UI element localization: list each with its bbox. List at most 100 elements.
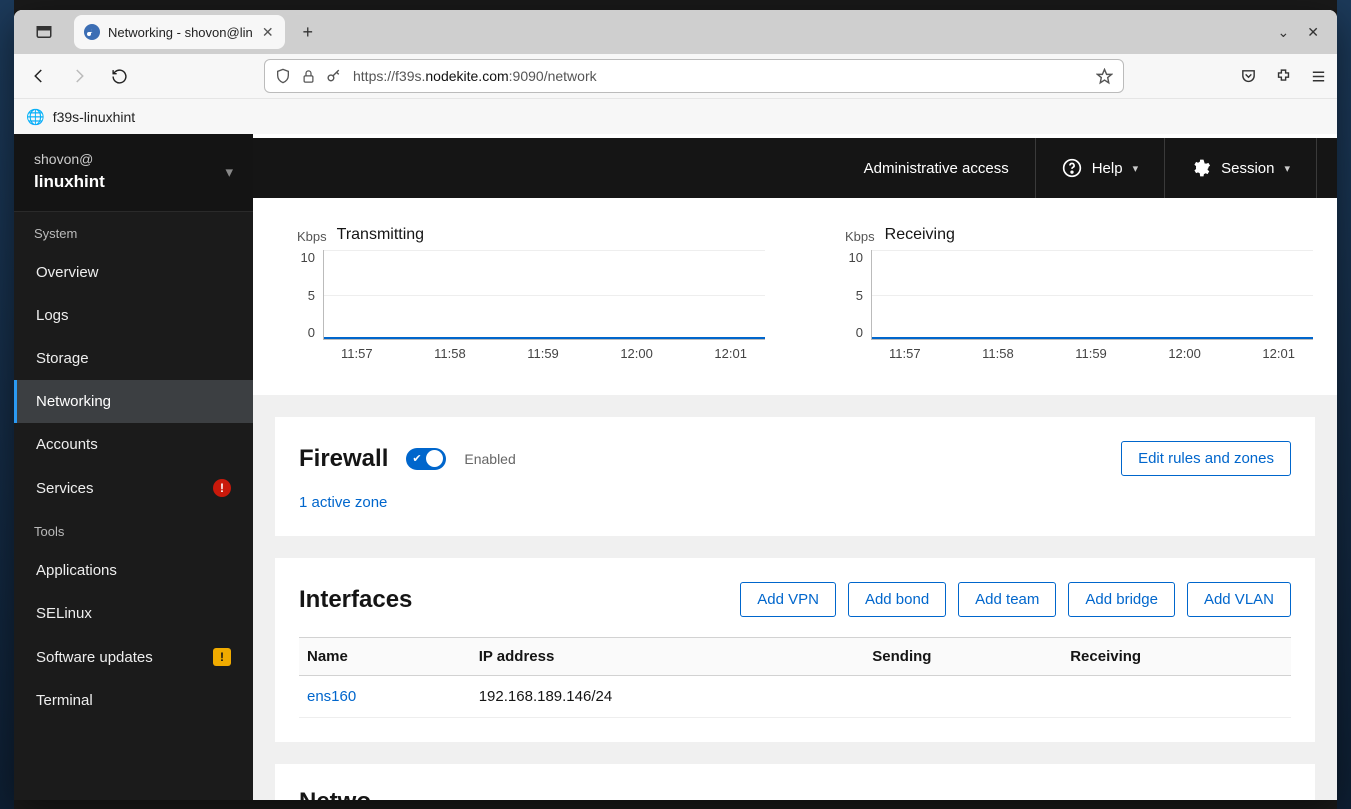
window-close-icon[interactable]: ✕ [1307, 24, 1319, 41]
sidebar-item-logs[interactable]: Logs [14, 294, 253, 337]
sidebar-item-networking[interactable]: Networking [14, 380, 253, 423]
gear-icon [1191, 158, 1211, 178]
sidebar-item-label: Software updates [36, 649, 153, 666]
table-row[interactable]: ens160192.168.189.146/24 [299, 676, 1291, 718]
chevron-down-icon: ▾ [1284, 162, 1290, 175]
x-tick: 11:57 [341, 346, 373, 361]
list-tabs-icon[interactable]: ⌄ [1278, 24, 1290, 41]
extensions-icon[interactable] [1275, 68, 1292, 85]
add-vlan-button[interactable]: Add VLAN [1187, 582, 1291, 617]
network-logs-card: Netwo [275, 764, 1315, 800]
sidebar-item-label: Logs [36, 307, 69, 324]
bookmarks-bar: 🌐 f39s-linuxhint [14, 98, 1337, 134]
cockpit-sidebar: shovon@ linuxhint ▾ System Overview Logs S… [14, 134, 253, 800]
chart-plot [323, 250, 765, 340]
y-tick: 0 [308, 325, 315, 340]
x-tick: 11:59 [1075, 346, 1107, 361]
x-tick: 11:57 [889, 346, 921, 361]
chevron-down-icon: ▾ [225, 163, 233, 181]
new-tab-button[interactable]: + [293, 17, 323, 47]
interfaces-card: Interfaces Add VPNAdd bondAdd teamAdd br… [275, 558, 1315, 742]
admin-access-button[interactable]: Administrative access [838, 138, 1035, 198]
chart-title: Receiving [885, 226, 955, 244]
sidebar-item-label: Accounts [36, 436, 98, 453]
sidebar-item-label: Overview [36, 264, 99, 281]
partial-title: Netwo [299, 788, 1291, 800]
add-team-button[interactable]: Add team [958, 582, 1056, 617]
warning-badge-icon: ! [213, 648, 231, 666]
firewall-status: Enabled [464, 451, 515, 467]
bookmark-item[interactable]: f39s-linuxhint [53, 109, 136, 125]
interface-name-link[interactable]: ens160 [299, 676, 471, 718]
pocket-icon[interactable] [1240, 68, 1257, 85]
url-bar[interactable]: https://f39s.nodekite.com:9090/network [264, 59, 1124, 93]
sidebar-item-selinux[interactable]: SELinux [14, 592, 253, 635]
browser-navbar: https://f39s.nodekite.com:9090/network [14, 54, 1337, 98]
reload-button[interactable] [104, 61, 134, 91]
interfaces-table: NameIP addressSendingReceiving ens160192… [299, 637, 1291, 718]
interface-ip: 192.168.189.146/24 [471, 676, 865, 718]
topbar-extra [1316, 138, 1337, 198]
edit-rules-button[interactable]: Edit rules and zones [1121, 441, 1291, 476]
x-tick: 11:58 [982, 346, 1014, 361]
main-area: Administrative access Help ▾ Session ▾ K… [253, 134, 1337, 800]
sidebar-item-applications[interactable]: Applications [14, 549, 253, 592]
interface-sending [864, 676, 1062, 718]
y-tick: 0 [856, 325, 863, 340]
add-bond-button[interactable]: Add bond [848, 582, 946, 617]
sidebar-item-overview[interactable]: Overview [14, 251, 253, 294]
help-menu[interactable]: Help ▾ [1035, 138, 1164, 198]
window-menu-icon[interactable] [22, 18, 66, 46]
url-text: https://f39s.nodekite.com:9090/network [353, 68, 1086, 84]
active-zone-link[interactable]: 1 active zone [299, 494, 387, 511]
chevron-down-icon: ▾ [1133, 162, 1139, 175]
sidebar-item-software-updates[interactable]: Software updates! [14, 635, 253, 679]
sidebar-item-label: Terminal [36, 692, 93, 709]
sidebar-item-accounts[interactable]: Accounts [14, 423, 253, 466]
sidebar-section-system: System [14, 212, 253, 251]
sidebar-section-tools: Tools [14, 510, 253, 549]
session-menu[interactable]: Session ▾ [1164, 138, 1316, 198]
session-label: Session [1221, 160, 1274, 177]
help-label: Help [1092, 160, 1123, 177]
column-ip-address: IP address [471, 638, 865, 676]
y-tick: 5 [856, 288, 863, 303]
sidebar-item-label: Services [36, 480, 94, 497]
x-tick: 12:00 [620, 346, 653, 361]
chart-title: Transmitting [337, 226, 424, 244]
x-tick: 12:01 [1262, 346, 1295, 361]
x-tick: 12:00 [1168, 346, 1201, 361]
browser-tabbar: Networking - shovon@lin ✕ + ⌄ ✕ [14, 10, 1337, 54]
x-tick: 11:58 [434, 346, 466, 361]
browser-window: Networking - shovon@lin ✕ + ⌄ ✕ https://… [14, 10, 1337, 800]
browser-tab[interactable]: Networking - shovon@lin ✕ [74, 15, 285, 49]
firewall-card: Firewall ✔ Enabled Edit rules and zones … [275, 417, 1315, 536]
sidebar-item-label: Networking [36, 393, 111, 410]
chart-plot [871, 250, 1313, 340]
firewall-toggle[interactable]: ✔ [406, 448, 446, 470]
bookmark-star-icon[interactable] [1096, 68, 1113, 85]
top-bar: Administrative access Help ▾ Session ▾ [253, 138, 1337, 198]
sidebar-item-storage[interactable]: Storage [14, 337, 253, 380]
sidebar-item-label: Storage [36, 350, 89, 367]
column-name: Name [299, 638, 471, 676]
lock-icon [301, 69, 316, 84]
globe-icon: 🌐 [26, 108, 45, 126]
column-sending: Sending [864, 638, 1062, 676]
forward-button [64, 61, 94, 91]
sidebar-item-label: SELinux [36, 605, 92, 622]
app-menu-icon[interactable] [1310, 68, 1327, 85]
content-scroll[interactable]: KbpsTransmitting105011:5711:5811:5912:00… [253, 198, 1337, 800]
add-bridge-button[interactable]: Add bridge [1068, 582, 1175, 617]
y-tick: 10 [301, 250, 315, 265]
sidebar-item-services[interactable]: Services! [14, 466, 253, 510]
x-tick: 12:01 [714, 346, 747, 361]
close-tab-icon[interactable]: ✕ [261, 25, 275, 39]
sidebar-host-selector[interactable]: shovon@ linuxhint ▾ [14, 134, 253, 212]
fedora-favicon-icon [84, 24, 100, 40]
add-vpn-button[interactable]: Add VPN [740, 582, 836, 617]
back-button[interactable] [24, 61, 54, 91]
admin-access-label: Administrative access [864, 160, 1009, 177]
firewall-title: Firewall [299, 445, 388, 473]
sidebar-item-terminal[interactable]: Terminal [14, 679, 253, 722]
